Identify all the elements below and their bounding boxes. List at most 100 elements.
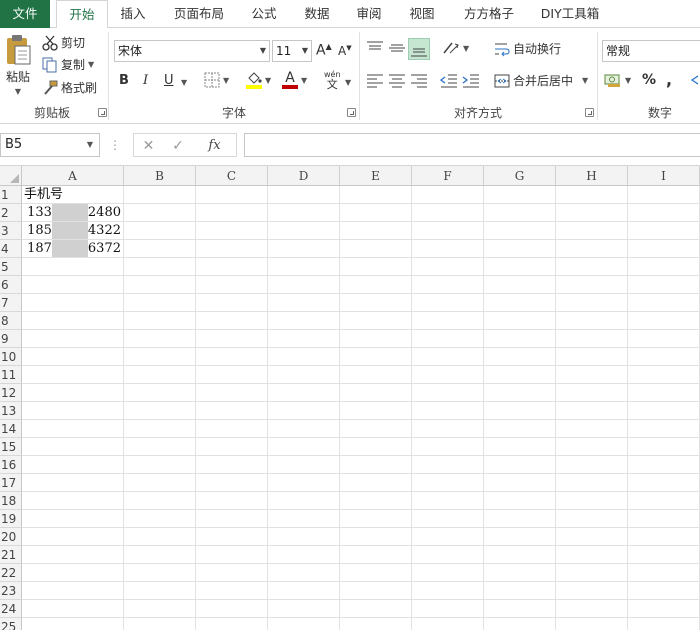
cell-c18[interactable] [196, 492, 268, 510]
cell-f6[interactable] [412, 276, 484, 294]
cell-d1[interactable] [268, 186, 340, 204]
cell-e5[interactable] [340, 258, 412, 276]
accounting-format-button[interactable]: ▼ [604, 72, 631, 88]
cell-h10[interactable] [556, 348, 628, 366]
underline-button[interactable]: U [164, 73, 174, 88]
cell-e1[interactable] [340, 186, 412, 204]
cell-h15[interactable] [556, 438, 628, 456]
cell-i25[interactable] [628, 618, 700, 630]
tab-home[interactable]: 开始 [56, 0, 108, 29]
cell-g18[interactable] [484, 492, 556, 510]
insert-function-button[interactable]: fx [193, 133, 237, 157]
cell-d21[interactable] [268, 546, 340, 564]
cell-e18[interactable] [340, 492, 412, 510]
row-header-5[interactable]: 5 [0, 258, 22, 276]
cell-g21[interactable] [484, 546, 556, 564]
cell-f22[interactable] [412, 564, 484, 582]
column-header-i[interactable]: I [628, 166, 700, 186]
cell-c21[interactable] [196, 546, 268, 564]
cell-b17[interactable] [124, 474, 196, 492]
cell-c2[interactable] [196, 204, 268, 222]
row-header-13[interactable]: 13 [0, 402, 22, 420]
row-header-20[interactable]: 20 [0, 528, 22, 546]
row-header-16[interactable]: 16 [0, 456, 22, 474]
cell-f19[interactable] [412, 510, 484, 528]
cell-h3[interactable] [556, 222, 628, 240]
cell-c25[interactable] [196, 618, 268, 630]
cell-f17[interactable] [412, 474, 484, 492]
cell-c10[interactable] [196, 348, 268, 366]
cell-h5[interactable] [556, 258, 628, 276]
cell-f16[interactable] [412, 456, 484, 474]
cell-a3[interactable]: 185 4322 [22, 222, 124, 240]
cell-g25[interactable] [484, 618, 556, 630]
row-header-1[interactable]: 1 [0, 186, 22, 204]
confirm-entry-icon[interactable]: ✓ [163, 133, 193, 157]
wrap-text-button[interactable]: 自动换行 [494, 40, 561, 57]
cell-a19[interactable] [22, 510, 124, 528]
cell-f8[interactable] [412, 312, 484, 330]
cell-a6[interactable] [22, 276, 124, 294]
cell-f11[interactable] [412, 366, 484, 384]
cell-i13[interactable] [628, 402, 700, 420]
orientation-button[interactable]: ▼ [442, 40, 469, 56]
cell-e25[interactable] [340, 618, 412, 630]
paste-button[interactable]: 粘贴 ▼ [4, 34, 32, 96]
cell-i3[interactable] [628, 222, 700, 240]
cell-h1[interactable] [556, 186, 628, 204]
increase-decimal-button[interactable] [690, 72, 700, 88]
cell-c14[interactable] [196, 420, 268, 438]
decrease-font-button[interactable]: A▼ [338, 44, 352, 58]
phonetic-guide-button[interactable]: wén 文 [324, 70, 341, 90]
cell-c16[interactable] [196, 456, 268, 474]
cell-f7[interactable] [412, 294, 484, 312]
cell-b19[interactable] [124, 510, 196, 528]
column-header-b[interactable]: B [124, 166, 196, 186]
cell-b22[interactable] [124, 564, 196, 582]
cell-d18[interactable] [268, 492, 340, 510]
column-header-a[interactable]: A [22, 166, 124, 186]
cell-b7[interactable] [124, 294, 196, 312]
cell-i24[interactable] [628, 600, 700, 618]
cell-e14[interactable] [340, 420, 412, 438]
row-header-6[interactable]: 6 [0, 276, 22, 294]
cell-e9[interactable] [340, 330, 412, 348]
cell-g4[interactable] [484, 240, 556, 258]
cell-h14[interactable] [556, 420, 628, 438]
cell-e8[interactable] [340, 312, 412, 330]
cell-g17[interactable] [484, 474, 556, 492]
cell-f20[interactable] [412, 528, 484, 546]
cell-i2[interactable] [628, 204, 700, 222]
cell-a16[interactable] [22, 456, 124, 474]
row-header-9[interactable]: 9 [0, 330, 22, 348]
percent-style-button[interactable]: % [642, 72, 656, 88]
row-header-2[interactable]: 2 [0, 204, 22, 222]
select-all-button[interactable] [0, 166, 22, 186]
tab-view[interactable]: 视图 [400, 0, 444, 28]
cell-g2[interactable] [484, 204, 556, 222]
cell-d3[interactable] [268, 222, 340, 240]
cell-e17[interactable] [340, 474, 412, 492]
cell-g5[interactable] [484, 258, 556, 276]
cell-c17[interactable] [196, 474, 268, 492]
cell-g24[interactable] [484, 600, 556, 618]
cancel-entry-icon[interactable]: ✕ [133, 133, 163, 157]
cell-g11[interactable] [484, 366, 556, 384]
cell-h13[interactable] [556, 402, 628, 420]
cell-d23[interactable] [268, 582, 340, 600]
row-header-10[interactable]: 10 [0, 348, 22, 366]
cut-button[interactable]: 剪切 [42, 34, 85, 51]
cell-i8[interactable] [628, 312, 700, 330]
cell-b3[interactable] [124, 222, 196, 240]
cell-e15[interactable] [340, 438, 412, 456]
cell-a4[interactable]: 187 6372 [22, 240, 124, 258]
cell-d15[interactable] [268, 438, 340, 456]
cell-h6[interactable] [556, 276, 628, 294]
cell-b1[interactable] [124, 186, 196, 204]
cell-b21[interactable] [124, 546, 196, 564]
cell-g9[interactable] [484, 330, 556, 348]
column-header-e[interactable]: E [340, 166, 412, 186]
more-options-icon[interactable]: ⋮ [102, 133, 128, 157]
cell-d9[interactable] [268, 330, 340, 348]
cell-d14[interactable] [268, 420, 340, 438]
